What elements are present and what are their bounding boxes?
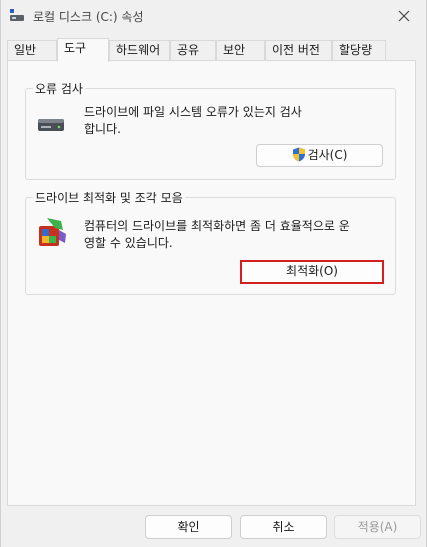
ok-button[interactable]: 확인: [145, 515, 232, 539]
shield-icon: [292, 147, 306, 169]
title-bar: 로컬 디스크 (C:) 속성: [1, 0, 426, 32]
drive-icon: [10, 9, 24, 21]
check-button-label: 검사(C): [307, 148, 348, 162]
close-icon: [398, 10, 410, 22]
cancel-button[interactable]: 취소: [240, 515, 327, 539]
apply-button[interactable]: 적용(A): [334, 515, 421, 539]
optimize-group: 드라이브 최적화 및 조각 모음 컴퓨터의 드라이브를 최적화하면 좀 더 효율…: [25, 189, 396, 295]
tab-tools[interactable]: 도구: [57, 38, 109, 62]
properties-window: 로컬 디스크 (C:) 속성 일반 도구 하드웨어 공유 보안 이전 버전 할당…: [0, 0, 427, 547]
close-button[interactable]: [382, 0, 426, 32]
tab-general[interactable]: 일반: [7, 40, 57, 61]
hard-drive-icon: [38, 118, 64, 135]
optimize-title: 드라이브 최적화 및 조각 모음: [33, 189, 185, 206]
error-check-title: 오류 검사: [33, 80, 85, 97]
tab-security[interactable]: 보안: [216, 40, 265, 61]
tab-quota[interactable]: 할당량: [332, 40, 386, 61]
tab-hardware[interactable]: 하드웨어: [109, 40, 170, 61]
defrag-icon: [37, 216, 67, 251]
tab-panel-tools: 오류 검사 드라이브에 파일 시스템 오류가 있는지 검사 합니다. 검사(C)…: [7, 60, 416, 506]
check-button[interactable]: 검사(C): [256, 144, 383, 167]
error-check-description-line1: 드라이브에 파일 시스템 오류가 있는지 검사: [84, 105, 302, 119]
error-check-group: 오류 검사 드라이브에 파일 시스템 오류가 있는지 검사 합니다. 검사(C): [25, 80, 396, 180]
window-title: 로컬 디스크 (C:) 속성: [33, 10, 144, 24]
tab-sharing[interactable]: 공유: [170, 40, 216, 61]
optimize-description-line1: 컴퓨터의 드라이브를 최적화하면 좀 더 효율적으로 운: [84, 219, 350, 233]
optimize-description-line2: 영할 수 있습니다.: [84, 236, 173, 250]
tab-previous-versions[interactable]: 이전 버전: [265, 40, 332, 61]
optimize-button[interactable]: 최적화(O): [240, 260, 384, 284]
error-check-description-line2: 합니다.: [84, 122, 121, 136]
